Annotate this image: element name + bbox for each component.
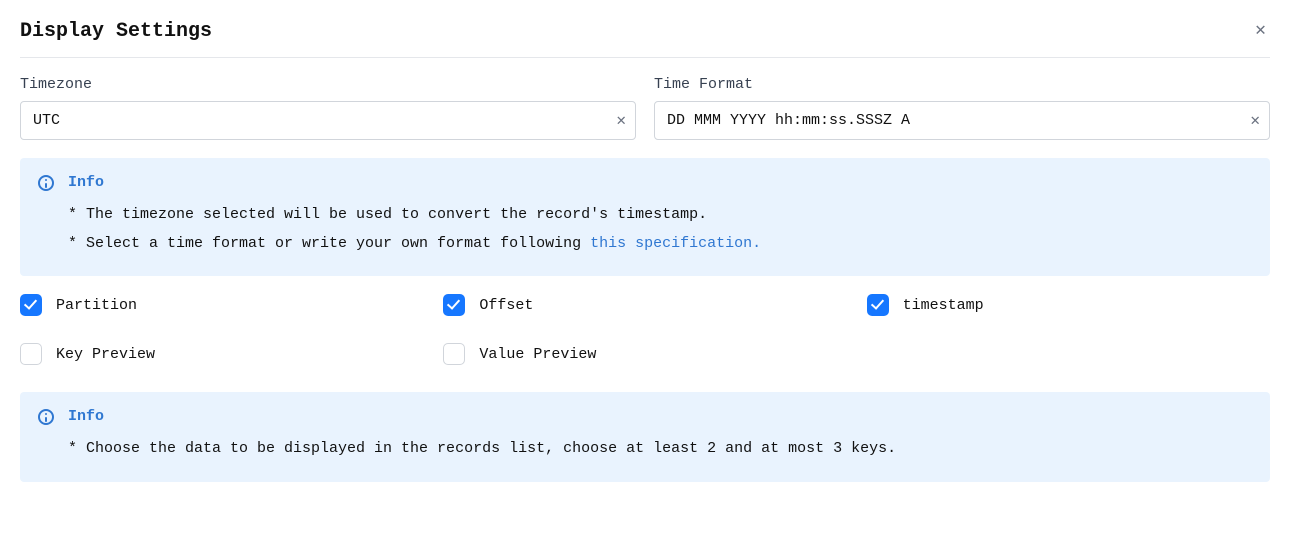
checkbox-label: Value Preview <box>479 346 596 363</box>
timezone-label: Timezone <box>20 76 636 93</box>
close-icon[interactable]: ✕ <box>1251 20 1270 42</box>
info-line: * Choose the data to be displayed in the… <box>68 435 1252 464</box>
page-title: Display Settings <box>20 20 212 43</box>
specification-link[interactable]: this specification. <box>590 235 761 252</box>
checkbox-box <box>20 294 42 316</box>
info-box-format: Info * The timezone selected will be use… <box>20 158 1270 276</box>
info-icon <box>38 175 54 191</box>
timeformat-label: Time Format <box>654 76 1270 93</box>
info-line: * Select a time format or write your own… <box>68 230 1252 259</box>
checkbox-label: timestamp <box>903 297 984 314</box>
checkbox-label: Partition <box>56 297 137 314</box>
info-box-keys: Info * Choose the data to be displayed i… <box>20 392 1270 482</box>
checkbox-key-preview[interactable]: Key Preview <box>20 343 155 365</box>
checkbox-partition[interactable]: Partition <box>20 294 137 316</box>
info-text: * Select a time format or write your own… <box>68 235 590 252</box>
checkbox-box <box>443 294 465 316</box>
timezone-input[interactable] <box>20 101 636 140</box>
checkbox-offset[interactable]: Offset <box>443 294 533 316</box>
clear-timezone-icon[interactable]: ✕ <box>616 113 626 129</box>
info-title: Info <box>68 174 104 191</box>
info-title: Info <box>68 408 104 425</box>
timeformat-input[interactable] <box>654 101 1270 140</box>
checkbox-label: Key Preview <box>56 346 155 363</box>
checkbox-timestamp[interactable]: timestamp <box>867 294 984 316</box>
checkbox-value-preview[interactable]: Value Preview <box>443 343 596 365</box>
checkbox-label: Offset <box>479 297 533 314</box>
info-line: * The timezone selected will be used to … <box>68 201 1252 230</box>
info-icon <box>38 409 54 425</box>
checkbox-box <box>20 343 42 365</box>
checkbox-box <box>867 294 889 316</box>
checkbox-box <box>443 343 465 365</box>
clear-timeformat-icon[interactable]: ✕ <box>1250 113 1260 129</box>
